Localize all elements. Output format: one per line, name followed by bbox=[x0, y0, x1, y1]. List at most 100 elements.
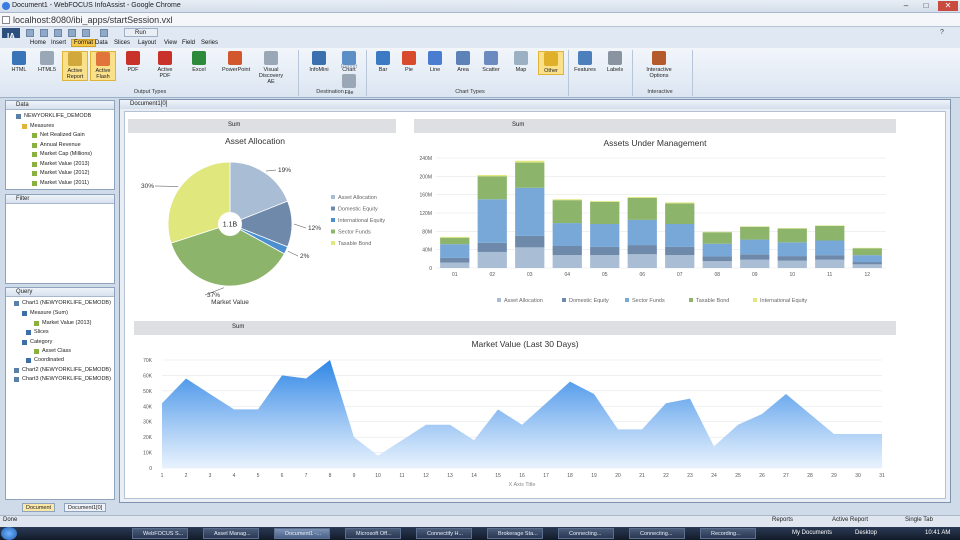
area-x-tick: 10 bbox=[375, 473, 381, 479]
area-x-tick: 28 bbox=[807, 473, 813, 479]
area-x-tick: 18 bbox=[567, 473, 573, 479]
bar-segment bbox=[815, 240, 845, 256]
start-button[interactable] bbox=[1, 527, 17, 540]
bar-segment bbox=[590, 246, 620, 256]
status-single-tab[interactable]: Single Tab bbox=[905, 517, 933, 523]
bar-x-tick: 09 bbox=[752, 272, 758, 278]
area-x-tick: 19 bbox=[591, 473, 597, 479]
bar-segment bbox=[440, 257, 470, 263]
bar-segment bbox=[552, 223, 582, 246]
taskbar-button[interactable]: Asset Manag... bbox=[203, 528, 259, 539]
bar-segment bbox=[440, 244, 470, 258]
bar-segment bbox=[665, 203, 695, 224]
status-bar bbox=[0, 515, 960, 527]
taskbar-button[interactable]: Connecting... bbox=[629, 528, 685, 539]
bar-segment bbox=[852, 264, 882, 268]
bar-x-tick: 06 bbox=[639, 272, 645, 278]
taskbar-button[interactable]: Connecting... bbox=[558, 528, 614, 539]
bar-segment bbox=[852, 262, 882, 265]
bar-legend-swatch bbox=[497, 298, 501, 302]
bar-segment bbox=[777, 242, 807, 257]
bar-y-tick: 200M bbox=[419, 174, 432, 180]
pie-legend-label: Asset Allocation bbox=[338, 195, 377, 201]
area-y-tick: 70K bbox=[143, 358, 153, 364]
taskbar-button[interactable]: Document1 -... bbox=[274, 528, 330, 539]
pie-legend-label: Domestic Equity bbox=[338, 207, 378, 213]
bar-segment bbox=[515, 160, 545, 163]
bar-x-tick: 12 bbox=[864, 272, 870, 278]
bar-segment bbox=[515, 187, 545, 236]
bar-segment bbox=[702, 256, 732, 262]
bar-segment bbox=[702, 232, 732, 244]
bar-legend-swatch bbox=[562, 298, 566, 302]
pie-center-label: 1.1B bbox=[223, 222, 238, 229]
bar-segment bbox=[852, 255, 882, 263]
bar-segment bbox=[702, 243, 732, 257]
area-x-tick: 29 bbox=[831, 473, 837, 479]
area-x-tick: 5 bbox=[257, 473, 260, 479]
bar-segment bbox=[777, 256, 807, 261]
area-x-tick: 17 bbox=[543, 473, 549, 479]
area-x-tick: 13 bbox=[447, 473, 453, 479]
tray-my-documents[interactable]: My Documents bbox=[792, 530, 832, 536]
area-x-tick: 24 bbox=[711, 473, 717, 479]
tray-desktop[interactable]: Desktop bbox=[855, 530, 877, 536]
bar-segment bbox=[665, 224, 695, 247]
taskbar-button[interactable]: Recording... bbox=[700, 528, 756, 539]
area-y-tick: 20K bbox=[143, 435, 153, 441]
status-reports[interactable]: Reports bbox=[772, 517, 793, 523]
bar-segment bbox=[477, 176, 507, 200]
taskbar-button[interactable]: WebFOCUS S... bbox=[132, 528, 188, 539]
bar-y-tick: 120M bbox=[419, 211, 432, 217]
bar-y-tick: 240M bbox=[419, 156, 432, 162]
bar-segment bbox=[777, 228, 807, 243]
bar-segment bbox=[627, 254, 657, 268]
bar-segment bbox=[590, 224, 620, 247]
clock: 10:41 AM bbox=[925, 530, 951, 536]
taskbar-button[interactable]: Connectify H... bbox=[416, 528, 472, 539]
bar-segment bbox=[627, 219, 657, 246]
bar-legend-label: Domestic Equity bbox=[569, 298, 609, 304]
bar-segment bbox=[702, 261, 732, 268]
bar-segment bbox=[552, 255, 582, 268]
bar-segment bbox=[852, 248, 882, 256]
bar-x-tick: 11 bbox=[827, 272, 832, 278]
charts-layer: 19% 12% 2% 37% 30% 1.1B Market Value Asset Allo… bbox=[141, 156, 886, 488]
bar-segment bbox=[665, 255, 695, 268]
bar-segment bbox=[740, 226, 770, 240]
pie-legend-swatch bbox=[331, 241, 335, 245]
area-x-tick: 4 bbox=[233, 473, 236, 479]
area-x-tick: 23 bbox=[687, 473, 693, 479]
bar-segment bbox=[552, 200, 582, 224]
status-active-report[interactable]: Active Report bbox=[832, 517, 868, 523]
area-fill bbox=[162, 360, 882, 468]
bar-segment bbox=[777, 260, 807, 268]
bar-segment bbox=[590, 255, 620, 268]
area-y-tick: 50K bbox=[143, 389, 153, 395]
pie-slice-label: 30% bbox=[141, 183, 154, 190]
taskbar-button[interactable]: Microsoft Off... bbox=[345, 528, 401, 539]
area-x-tick: 30 bbox=[855, 473, 861, 479]
pie-slice-label: 12% bbox=[308, 225, 321, 232]
bar-segment bbox=[740, 259, 770, 268]
area-x-tick: 15 bbox=[495, 473, 501, 479]
area-x-tick: 27 bbox=[783, 473, 789, 479]
area-x-tick: 2 bbox=[185, 473, 188, 479]
bar-segment bbox=[552, 199, 582, 201]
bar-x-tick: 01 bbox=[452, 272, 458, 278]
pie-slice-label: 19% bbox=[278, 167, 291, 174]
area-x-tick: 26 bbox=[759, 473, 765, 479]
pie-legend-swatch bbox=[331, 218, 335, 222]
bar-segment bbox=[477, 174, 507, 177]
taskbar-button[interactable]: Brokerage Sta... bbox=[487, 528, 543, 539]
area-x-tick: 31 bbox=[879, 473, 885, 479]
bar-segment bbox=[665, 246, 695, 256]
bar-legend-label: International Equity bbox=[760, 298, 807, 304]
area-x-tick: 22 bbox=[663, 473, 669, 479]
bar-legend-label: Taxable Bond bbox=[696, 298, 729, 304]
area-x-tick: 12 bbox=[423, 473, 429, 479]
bar-segment bbox=[740, 254, 770, 260]
bar-x-tick: 07 bbox=[677, 272, 683, 278]
pie-legend-label: International Equity bbox=[338, 218, 385, 224]
bar-y-tick: 0 bbox=[429, 266, 432, 272]
